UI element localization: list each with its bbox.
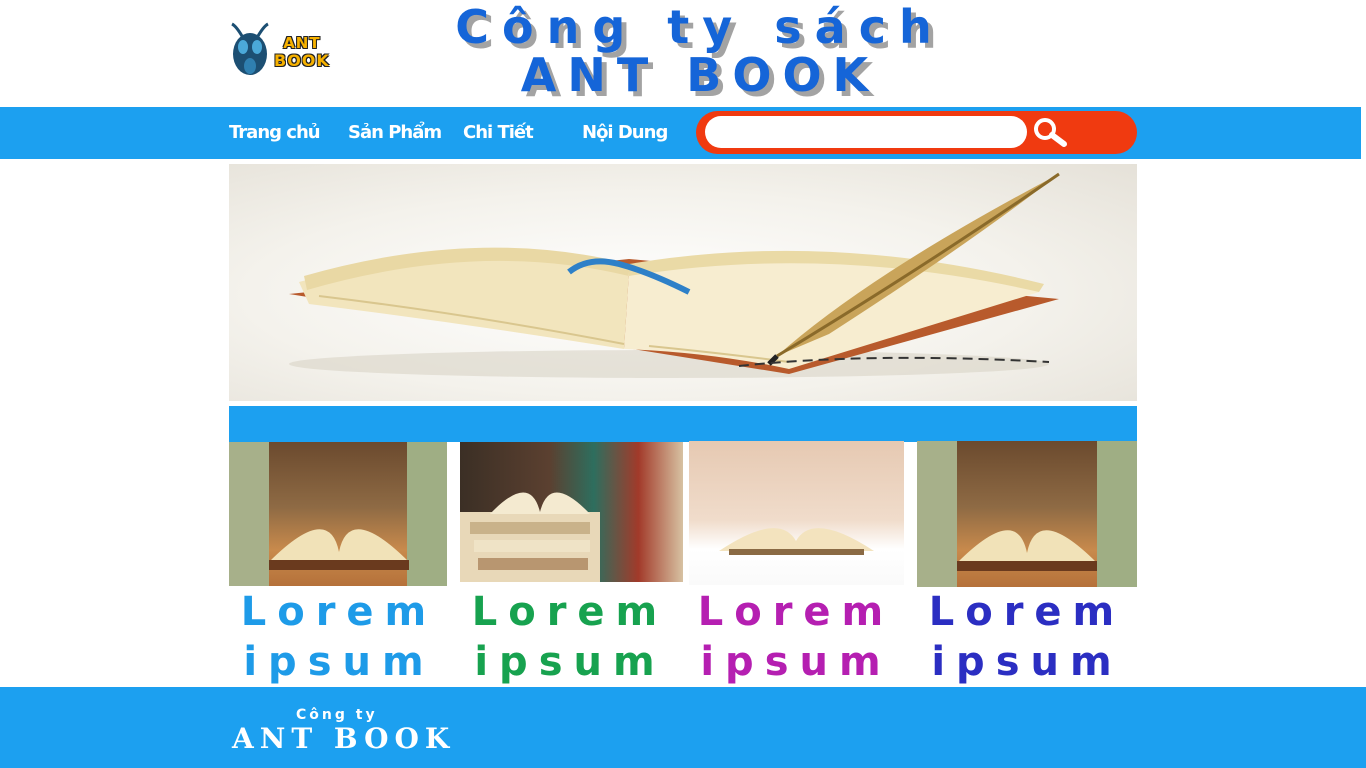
search-input[interactable] [705,116,1027,148]
product-title-3-line1: Lorem [697,589,895,635]
product-image-2[interactable] [460,442,683,582]
product-title-2-line1: Lorem [471,589,669,635]
product-title-3-line2: ipsum [700,639,892,685]
nav-bar [0,107,1361,159]
product-title-2[interactable]: Lorem ipsum [460,587,680,687]
section-divider-bar [229,406,1137,442]
hero-banner [229,164,1137,401]
site-logo[interactable]: ANT BOOK [228,22,340,78]
nav-item-content[interactable]: Nội Dung [582,120,668,146]
footer-brand: ANT BOOK [232,722,456,755]
product-title-1[interactable]: Lorem ipsum [229,587,449,687]
search-button[interactable] [1030,115,1070,149]
product-title-1-line1: Lorem [240,589,438,635]
site-title-line1: Công ty sách [455,0,945,54]
product-title-4-line2: ipsum [931,639,1123,685]
product-image-3[interactable] [689,441,904,585]
nav-item-products[interactable]: Sản Phẩm [348,120,442,146]
product-title-2-line2: ipsum [474,639,666,685]
product-image-1[interactable] [229,442,447,586]
product-title-4[interactable]: Lorem ipsum [917,587,1137,687]
nav-item-details[interactable]: Chi Tiết [463,120,534,146]
nav-item-home[interactable]: Trang chủ [229,120,321,146]
book-quill-illustration [289,172,1060,378]
product-image-4[interactable] [917,441,1137,587]
product-title-3[interactable]: Lorem ipsum [686,587,906,687]
logo-text-line2: BOOK [274,51,330,70]
product-title-1-line2: ipsum [243,639,435,685]
product-title-4-line1: Lorem [928,589,1126,635]
logo-text-line1: ANT [283,34,321,52]
footer [0,687,1366,768]
site-title-line2: ANT BOOK [520,48,880,102]
search-icon [1034,118,1067,147]
